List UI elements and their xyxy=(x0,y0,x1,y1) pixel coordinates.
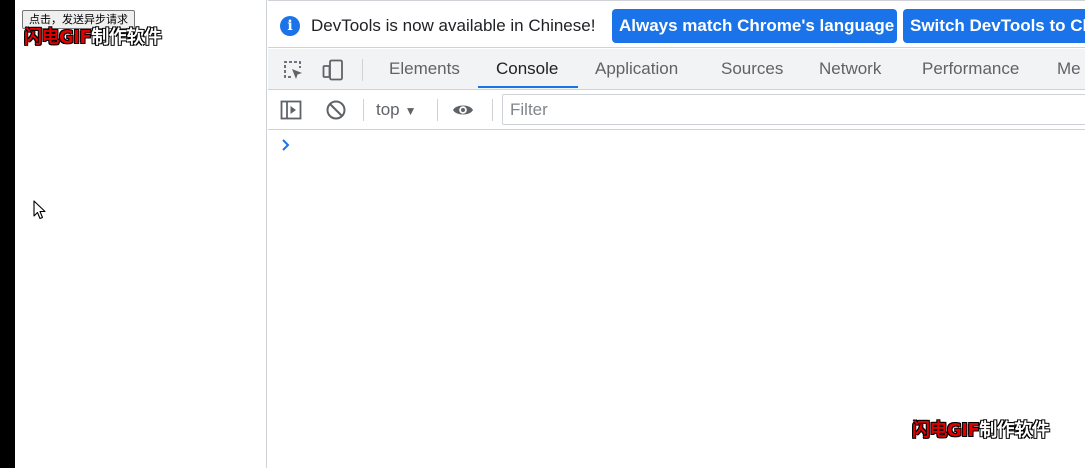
switch-devtools-language-button[interactable]: Switch DevTools to Chinese xyxy=(903,9,1085,43)
always-match-language-button[interactable]: Always match Chrome's language xyxy=(612,9,897,43)
tab-application[interactable]: Application xyxy=(595,49,678,89)
sidebar-toggle-icon[interactable] xyxy=(280,99,302,121)
clear-console-icon[interactable] xyxy=(325,99,347,121)
page-viewport: 点击，发送异步请求 xyxy=(15,0,267,468)
watermark-brand: 闪电GIF xyxy=(24,27,92,48)
toolbar-separator xyxy=(492,99,493,121)
watermark-suffix: 制作软件 xyxy=(91,27,162,48)
javascript-context-select[interactable]: top ▼ xyxy=(376,100,417,120)
language-infobar: i DevTools is now available in Chinese! … xyxy=(268,2,1085,48)
console-prompt-icon xyxy=(282,139,290,151)
tab-elements[interactable]: Elements xyxy=(389,49,460,89)
eye-icon[interactable] xyxy=(452,99,474,121)
console-filter-input[interactable] xyxy=(502,94,1085,125)
watermark-suffix: 制作软件 xyxy=(979,420,1050,441)
tab-network[interactable]: Network xyxy=(819,49,881,89)
tab-sources[interactable]: Sources xyxy=(721,49,783,89)
info-icon: i xyxy=(280,16,300,36)
toolbar-separator xyxy=(437,99,438,121)
tab-performance[interactable]: Performance xyxy=(922,49,1019,89)
tab-separator xyxy=(362,59,363,81)
tab-memory-truncated[interactable]: Me xyxy=(1057,49,1081,89)
watermark-top: 闪电GIF制作软件 xyxy=(24,27,162,48)
console-output[interactable] xyxy=(268,131,1085,468)
watermark-bottom: 闪电GIF制作软件 xyxy=(912,420,1050,441)
window-edge xyxy=(0,0,15,468)
infobar-message: DevTools is now available in Chinese! xyxy=(311,16,596,35)
active-tab-indicator xyxy=(478,86,578,88)
devtools-panel: i DevTools is now available in Chinese! … xyxy=(268,0,1085,468)
dropdown-arrow-icon: ▼ xyxy=(404,104,417,118)
watermark-brand: 闪电GIF xyxy=(912,420,980,441)
device-toggle-icon[interactable] xyxy=(322,59,344,81)
console-toolbar: top ▼ xyxy=(268,90,1085,130)
tab-console[interactable]: Console xyxy=(496,49,558,89)
toolbar-separator xyxy=(363,99,364,121)
inspect-element-icon[interactable] xyxy=(282,59,304,81)
devtools-tab-bar: Elements Console Application Sources Net… xyxy=(268,49,1085,90)
context-value: top xyxy=(376,100,400,119)
mouse-cursor-icon xyxy=(33,200,46,220)
